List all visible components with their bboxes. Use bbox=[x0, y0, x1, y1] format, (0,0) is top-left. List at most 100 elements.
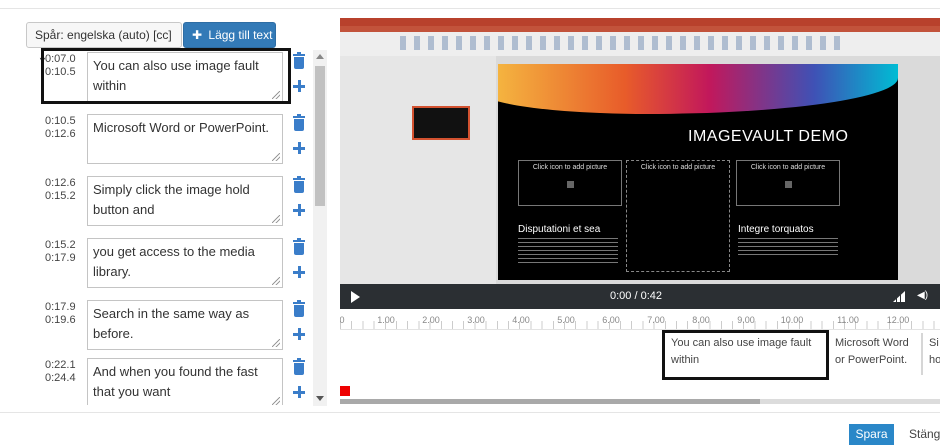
slide-thumbnail bbox=[412, 106, 470, 140]
caption-start-time[interactable]: 0:15.2 bbox=[45, 239, 76, 252]
top-divider bbox=[0, 8, 940, 9]
caption-text-field[interactable]: you get access to the media library. bbox=[87, 238, 283, 288]
timeline-caption-text: Si ho bbox=[929, 337, 940, 366]
ruler-label: 2.00 bbox=[422, 315, 440, 325]
timeline-caption-block[interactable]: Si ho bbox=[922, 333, 940, 375]
ruler-label: 10.00 bbox=[780, 315, 804, 325]
resize-grip-icon[interactable] bbox=[272, 397, 280, 405]
caption-times: 0:22.1 0:24.4 bbox=[45, 359, 76, 385]
add-text-label: Lägg till text bbox=[208, 28, 273, 42]
caption-text-field[interactable]: And when you found the fast that you wan… bbox=[87, 358, 283, 405]
caption-text-field[interactable]: Search in the same way as before. bbox=[87, 300, 283, 350]
track-select-label: Spår: engelska (auto) [cc] bbox=[35, 28, 172, 42]
add-caption-icon[interactable] bbox=[293, 328, 305, 340]
volume-icon[interactable]: ◀) bbox=[917, 290, 931, 302]
picture-placeholder: Click icon to add picture bbox=[518, 160, 622, 206]
caption-times: 0:12.6 0:15.2 bbox=[45, 177, 76, 203]
ruler-label: 11.00 bbox=[837, 315, 859, 325]
playhead-marker[interactable] bbox=[340, 386, 350, 396]
timeline-scrollbar-thumb[interactable] bbox=[340, 399, 760, 404]
resize-grip-icon[interactable] bbox=[272, 153, 280, 161]
ribbon-tools bbox=[400, 36, 840, 50]
delete-caption-icon[interactable] bbox=[293, 52, 305, 69]
caption-row: 0:12.6 0:15.2 Simply click the image hol… bbox=[40, 174, 312, 236]
slide-canvas: IMAGEVAULT DEMO Click icon to add pictur… bbox=[496, 56, 940, 284]
ribbon-tabs bbox=[340, 26, 940, 32]
caption-text-field[interactable]: Simply click the image hold button and bbox=[87, 176, 283, 226]
caption-start-time[interactable]: 0:17.9 bbox=[45, 301, 76, 314]
resize-grip-icon[interactable] bbox=[272, 339, 280, 347]
slide-decoration bbox=[498, 64, 898, 114]
slide-subtitle-right: Integre torquatos bbox=[738, 224, 814, 235]
caption-end-time[interactable]: 0:12.6 bbox=[45, 128, 76, 141]
ruler-label: 5.00 bbox=[557, 315, 575, 325]
caption-row: 0:22.1 0:24.4 And when you found the fas… bbox=[40, 356, 312, 405]
caption-row: 0:15.2 0:17.9 you get access to the medi… bbox=[40, 236, 312, 298]
add-caption-icon[interactable] bbox=[293, 204, 305, 216]
add-caption-icon[interactable] bbox=[293, 80, 305, 92]
caption-row: 0:10.5 0:12.6 Microsoft Word or PowerPoi… bbox=[40, 112, 312, 174]
active-caption-highlight bbox=[41, 48, 291, 104]
caption-text-field[interactable]: Microsoft Word or PowerPoint. bbox=[87, 114, 283, 164]
close-button[interactable]: Stäng bbox=[909, 427, 940, 441]
slide-body-text bbox=[518, 238, 618, 266]
resize-grip-icon[interactable] bbox=[272, 277, 280, 285]
delete-caption-icon[interactable] bbox=[293, 358, 305, 375]
add-text-button[interactable]: ✚ Lägg till text bbox=[183, 22, 276, 48]
delete-caption-icon[interactable] bbox=[293, 238, 305, 255]
ruler-label: 7.00 bbox=[647, 315, 665, 325]
caption-start-time[interactable]: 0:10.5 bbox=[45, 115, 76, 128]
slide-subtitle-left: Disputationi et sea bbox=[518, 224, 601, 235]
ruler-label: 4.00 bbox=[512, 315, 530, 325]
caption-text: you get access to the media library. bbox=[93, 244, 255, 279]
ruler-label: 12.00 bbox=[886, 315, 910, 325]
slide-title: IMAGEVAULT DEMO bbox=[688, 128, 849, 145]
powerpoint-titlebar bbox=[340, 18, 940, 26]
slide-thumbnail-pane bbox=[340, 56, 496, 284]
ruler-label: 6.00 bbox=[602, 315, 620, 325]
scroll-down-icon[interactable] bbox=[316, 396, 324, 401]
play-icon[interactable] bbox=[351, 291, 360, 303]
caption-text: And when you found the fast that you wan… bbox=[93, 364, 258, 399]
video-frame[interactable]: IMAGEVAULT DEMO Click icon to add pictur… bbox=[340, 18, 940, 284]
caption-text: Simply click the image hold button and bbox=[93, 182, 250, 217]
add-caption-icon[interactable] bbox=[293, 142, 305, 154]
timecode: 0:00 / 0:42 bbox=[610, 290, 662, 302]
delete-caption-icon[interactable] bbox=[293, 114, 305, 131]
caption-start-time[interactable]: 0:12.6 bbox=[45, 177, 76, 190]
caption-end-time[interactable]: 0:19.6 bbox=[45, 314, 76, 327]
caption-end-time[interactable]: 0:24.4 bbox=[45, 372, 76, 385]
caption-track[interactable]: You can also use image fault within Micr… bbox=[340, 329, 940, 399]
save-button[interactable]: Spara bbox=[849, 424, 894, 445]
caption-row: 0:17.9 0:19.6 Search in the same way as … bbox=[40, 298, 312, 360]
add-caption-icon[interactable] bbox=[293, 266, 305, 278]
caption-list-scrollbar[interactable] bbox=[313, 50, 327, 406]
ruler-label: 9.00 bbox=[737, 315, 755, 325]
placeholder-text: Click icon to add picture bbox=[640, 164, 716, 171]
ruler-label: 0 bbox=[340, 315, 345, 325]
track-select[interactable]: Spår: engelska (auto) [cc] ▼ bbox=[26, 22, 182, 65]
plus-icon: ✚ bbox=[192, 28, 203, 42]
scrollbar-thumb[interactable] bbox=[315, 66, 325, 206]
active-timeline-highlight bbox=[662, 330, 829, 380]
quality-icon[interactable] bbox=[893, 291, 905, 302]
slide-body-text bbox=[738, 238, 838, 258]
caption-text: Search in the same way as before. bbox=[93, 306, 250, 341]
delete-caption-icon[interactable] bbox=[293, 300, 305, 317]
ruler-label: 1.00 bbox=[377, 315, 395, 325]
caption-start-time[interactable]: 0:22.1 bbox=[45, 359, 76, 372]
caption-end-time[interactable]: 0:17.9 bbox=[45, 252, 76, 265]
slide: IMAGEVAULT DEMO Click icon to add pictur… bbox=[498, 64, 898, 280]
resize-grip-icon[interactable] bbox=[272, 215, 280, 223]
timeline-caption-block[interactable]: Microsoft Word or PowerPoint. bbox=[828, 333, 922, 375]
picture-icon bbox=[566, 181, 574, 188]
delete-caption-icon[interactable] bbox=[293, 176, 305, 193]
ruler-label: 8.00 bbox=[692, 315, 710, 325]
caption-end-time[interactable]: 0:15.2 bbox=[45, 190, 76, 203]
timeline-scrollbar[interactable] bbox=[340, 399, 940, 404]
timeline-ruler[interactable]: 0 1.00 2.00 3.00 4.00 5.00 6.00 7.00 8.0… bbox=[340, 309, 940, 329]
picture-placeholder: Click icon to add picture bbox=[736, 160, 840, 206]
ruler-label: 3.00 bbox=[467, 315, 485, 325]
add-caption-icon[interactable] bbox=[293, 386, 305, 398]
scroll-up-icon[interactable] bbox=[316, 54, 324, 59]
